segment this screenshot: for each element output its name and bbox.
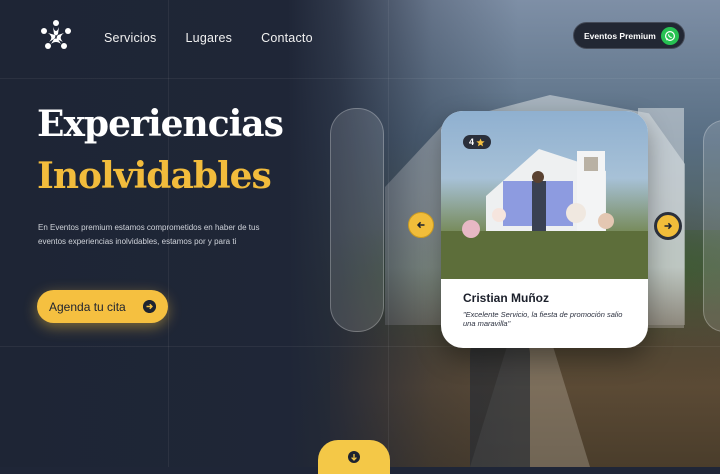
premium-label: Eventos Premium bbox=[584, 30, 656, 41]
testimonial-quote: "Excelente Servicio, la fiesta de promoc… bbox=[463, 310, 623, 328]
agenda-cita-button[interactable]: Agenda tu cita bbox=[37, 290, 168, 323]
whatsapp-icon bbox=[661, 27, 679, 45]
arrow-right-circle-icon bbox=[143, 300, 156, 313]
testimonial-name: Cristian Muñoz bbox=[463, 291, 549, 305]
scroll-down-button[interactable] bbox=[318, 440, 390, 474]
testimonial-photo: 4 bbox=[441, 111, 648, 279]
arrow-right-icon bbox=[664, 222, 673, 230]
testimonial-card[interactable]: 4 Cristian Muñoz "Excelente Servicio, la… bbox=[441, 111, 648, 348]
star-icon bbox=[476, 137, 485, 146]
hero-description: En Eventos premium estamos comprometidos… bbox=[38, 223, 260, 246]
hero-title-line-1: Experiencias bbox=[37, 103, 284, 145]
nav-link-lugares[interactable]: Lugares bbox=[186, 31, 233, 45]
nav-link-servicios[interactable]: Servicios bbox=[104, 31, 157, 45]
hero-title-line-2: Inolvidables bbox=[37, 155, 272, 197]
grid-line bbox=[0, 78, 720, 79]
brand-logo[interactable] bbox=[38, 18, 74, 54]
arrow-left-icon bbox=[416, 221, 425, 229]
carousel-card-previous[interactable] bbox=[330, 108, 384, 332]
cta-label: Agenda tu cita bbox=[49, 299, 126, 314]
rating-value: 4 bbox=[469, 137, 475, 147]
nav-link-contacto[interactable]: Contacto bbox=[261, 31, 313, 45]
arrow-down-icon bbox=[348, 451, 360, 463]
carousel-card-next[interactable] bbox=[703, 120, 720, 332]
grid-line bbox=[388, 0, 389, 467]
carousel-next-button[interactable] bbox=[654, 212, 682, 240]
main-nav: Servicios Lugares Contacto bbox=[104, 31, 313, 45]
eventos-premium-whatsapp-button[interactable]: Eventos Premium bbox=[573, 22, 685, 49]
people-circle-logo-icon bbox=[41, 20, 71, 49]
hero-title: Experiencias Inolvidables bbox=[37, 98, 284, 202]
rating-badge: 4 bbox=[463, 135, 492, 149]
carousel-prev-button[interactable] bbox=[408, 212, 434, 238]
